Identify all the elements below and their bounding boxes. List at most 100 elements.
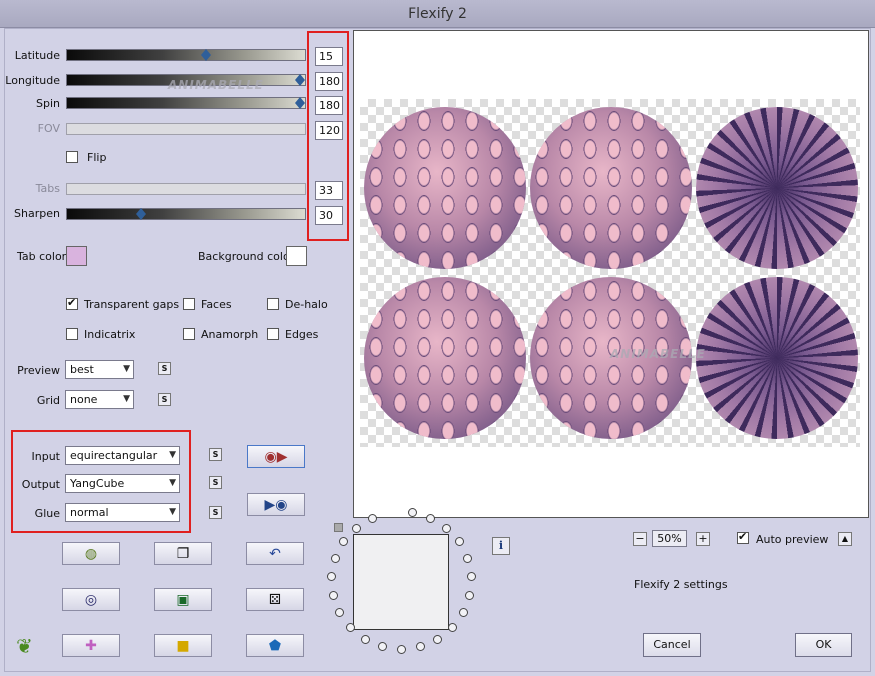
play-output-button[interactable]: ▶◉	[247, 493, 305, 516]
latitude-slider[interactable]	[66, 49, 306, 61]
dice-icon: ⚄	[268, 591, 282, 608]
sharpen-slider[interactable]	[66, 208, 306, 220]
latitude-label: Latitude	[14, 49, 60, 62]
pentagon-button[interactable]: ⬟	[246, 634, 304, 657]
zoom-in-button[interactable]: +	[696, 532, 710, 546]
navigator-dot[interactable]	[397, 644, 406, 654]
chevron-down-icon: ▼	[123, 394, 130, 404]
navigator-dot[interactable]	[454, 537, 464, 547]
navigator-thumbnail[interactable]	[353, 534, 449, 630]
undo-button[interactable]: ↶	[246, 542, 304, 565]
background-color-swatch[interactable]	[286, 246, 307, 266]
cube-face-sphere	[364, 107, 526, 269]
cross-button[interactable]: ✚	[62, 634, 120, 657]
circle-button[interactable]: ◎	[62, 588, 120, 611]
spin-input[interactable]: 180	[315, 96, 343, 115]
cancel-button[interactable]: Cancel	[643, 633, 701, 657]
input-select-value: equirectangular	[70, 449, 158, 462]
settings-label: Flexify 2 settings	[634, 578, 728, 591]
transparent-gaps-checkbox[interactable]	[66, 296, 78, 310]
longitude-input[interactable]: 180	[315, 72, 343, 91]
indicatrix-label: Indicatrix	[84, 328, 136, 341]
latitude-thumb[interactable]	[201, 49, 211, 61]
glue-select-value: normal	[70, 506, 109, 519]
preview-s-button[interactable]: S	[158, 362, 171, 375]
auto-preview-label: Auto preview	[756, 533, 829, 546]
tabs-input[interactable]: 33	[315, 181, 343, 200]
navigator-dot[interactable]	[465, 590, 475, 600]
faces-checkbox[interactable]	[183, 298, 195, 310]
navigator-dot[interactable]	[328, 590, 338, 600]
brick-button[interactable]: ■	[154, 634, 212, 657]
indicatrix-checkbox[interactable]	[66, 328, 78, 340]
spin-thumb[interactable]	[295, 97, 305, 109]
input-label: Input	[31, 450, 60, 463]
dice-button[interactable]: ⚄	[246, 588, 304, 611]
auto-preview-checkbox[interactable]	[737, 530, 749, 544]
glue-s-button[interactable]: S	[209, 506, 222, 519]
sharpen-thumb[interactable]	[136, 208, 146, 220]
navigator-handle[interactable]	[334, 523, 343, 532]
navigator-dot[interactable]	[442, 523, 452, 533]
navigator-dot[interactable]	[346, 623, 356, 633]
output-select[interactable]: YangCube ▼	[65, 474, 180, 493]
navigator-dot[interactable]	[339, 537, 349, 547]
tab-color-swatch[interactable]	[66, 246, 87, 266]
copy-button[interactable]: ❐	[154, 542, 212, 565]
tabs-slider	[66, 183, 306, 195]
fov-input[interactable]: 120	[315, 121, 343, 140]
navigator-dot[interactable]	[463, 553, 473, 563]
square-button[interactable]: ▣	[154, 588, 212, 611]
input-select[interactable]: equirectangular ▼	[65, 446, 180, 465]
spin-slider[interactable]	[66, 97, 306, 109]
navigator-dot[interactable]	[433, 634, 443, 644]
navigator-dot[interactable]	[458, 608, 468, 617]
output-s-button[interactable]: S	[209, 476, 222, 489]
collapse-button[interactable]: ▲	[838, 532, 852, 546]
navigator-dot[interactable]	[415, 642, 425, 652]
play-input-button[interactable]: ◉▶	[247, 445, 305, 468]
window-title: Flexify 2	[0, 0, 875, 28]
info-button[interactable]: i	[492, 537, 510, 555]
navigator-dot[interactable]	[426, 513, 436, 523]
watermark-text: ANIMABELLE	[168, 78, 264, 92]
navigator-dot[interactable]	[330, 553, 340, 563]
grid-select[interactable]: none ▼	[65, 390, 134, 409]
navigator-dot[interactable]	[367, 513, 377, 523]
anamorph-label: Anamorph	[201, 328, 259, 341]
preview-select[interactable]: best ▼	[65, 360, 134, 379]
navigator-dot[interactable]	[447, 623, 457, 633]
square-frame-icon: ▣	[176, 591, 190, 608]
flip-checkbox[interactable]	[66, 151, 78, 163]
navigator-dot[interactable]	[335, 608, 345, 617]
zoom-out-button[interactable]: −	[633, 532, 647, 546]
undo-icon: ↶	[269, 545, 281, 562]
glue-select[interactable]: normal ▼	[65, 503, 180, 522]
de-halo-checkbox[interactable]	[267, 298, 279, 310]
sharpen-input[interactable]: 30	[315, 206, 343, 225]
latitude-input[interactable]: 15	[315, 47, 343, 66]
navigator-dot[interactable]	[327, 572, 337, 582]
ok-button[interactable]: OK	[795, 633, 852, 657]
flip-label: Flip	[87, 151, 107, 164]
glue-label: Glue	[34, 507, 60, 520]
navigator-dot[interactable]	[360, 634, 370, 644]
navigator-dot[interactable]	[351, 523, 361, 533]
anamorph-checkbox[interactable]	[183, 328, 195, 340]
grid-s-button[interactable]: S	[158, 393, 171, 406]
flexify-window: Flexify 2 Latitude 15 Longitude 180 Spin…	[0, 0, 875, 676]
input-s-button[interactable]: S	[209, 448, 222, 461]
preview-canvas[interactable]: ANIMABELLE	[353, 30, 869, 518]
grid-select-value: none	[70, 393, 98, 406]
edges-label: Edges	[285, 328, 319, 341]
longitude-thumb[interactable]	[295, 74, 305, 86]
transparency-checker: ANIMABELLE	[360, 99, 860, 447]
plugin-logo-icon: ❦	[16, 634, 33, 658]
navigator-dot[interactable]	[466, 572, 476, 582]
random-button[interactable]: ◍	[62, 542, 120, 565]
chevron-up-icon: ▲	[841, 534, 849, 543]
chevron-down-icon: ▼	[169, 507, 176, 517]
ring-icon: ◎	[84, 591, 98, 608]
navigator-dot[interactable]	[378, 642, 388, 652]
edges-checkbox[interactable]	[267, 328, 279, 340]
